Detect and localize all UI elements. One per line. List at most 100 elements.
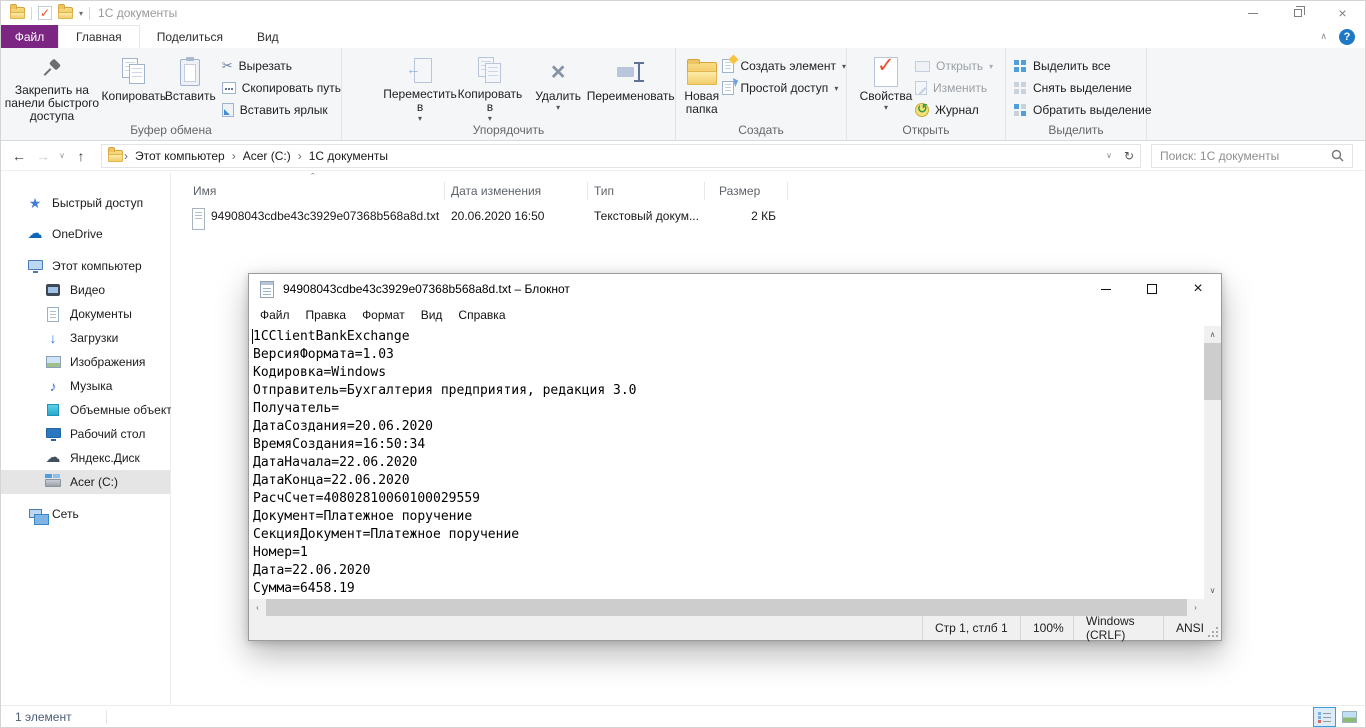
minimize-button[interactable] xyxy=(1230,1,1275,25)
recent-locations-chevron-icon[interactable]: ∨ xyxy=(55,143,69,169)
sidebar-item-yandex-disk[interactable]: ☁ Яндекс.Диск xyxy=(1,446,170,470)
sidebar-item-3d-objects[interactable]: Объемные объекты xyxy=(1,398,170,422)
up-button[interactable]: ↑ xyxy=(69,143,93,169)
delete-button[interactable]: × Удалить ▾ xyxy=(530,51,587,123)
open-button[interactable]: Открыть ▾ xyxy=(915,56,993,76)
history-button[interactable]: ↺ Журнал xyxy=(915,100,993,120)
window-title: 1С документы xyxy=(98,6,177,20)
paste-shortcut-icon xyxy=(222,103,234,117)
network-icon xyxy=(27,506,43,522)
easy-access-button[interactable]: Простой доступ ▾ xyxy=(722,78,846,98)
details-view-button[interactable] xyxy=(1313,707,1336,727)
group-label-clipboard: Буфер обмена xyxy=(1,123,341,137)
tab-file[interactable]: Файл xyxy=(1,25,58,48)
column-header-date[interactable]: Дата изменения xyxy=(451,180,541,202)
move-to-button[interactable]: ← Переместить в ▾ xyxy=(384,51,456,123)
ribbon-group-open: ✓ Свойства ▾ Открыть ▾ Изменить ↺ xyxy=(847,48,1006,140)
cut-button[interactable]: ✂ Вырезать xyxy=(222,56,341,76)
file-row[interactable]: 94908043cdbe43c3929e07368b568a8d.txt 20.… xyxy=(171,205,1365,227)
notepad-close-button[interactable]: × xyxy=(1175,274,1221,304)
select-none-button[interactable]: Снять выделение xyxy=(1014,78,1152,98)
notepad-minimize-button[interactable] xyxy=(1083,274,1129,304)
column-separator[interactable] xyxy=(787,182,788,200)
scroll-down-icon[interactable]: ∨ xyxy=(1204,582,1221,599)
sidebar-item-onedrive[interactable]: ☁ OneDrive xyxy=(1,222,170,246)
sidebar-item-documents[interactable]: Документы xyxy=(1,302,170,326)
new-folder-qat-icon[interactable] xyxy=(58,7,73,19)
sidebar-item-videos[interactable]: Видео xyxy=(1,278,170,302)
notepad-text-area[interactable]: 1CClientBankExchange ВерсияФормата=1.03 … xyxy=(249,326,1203,599)
qat-customize-chevron-icon[interactable]: ▾ xyxy=(79,9,83,18)
delete-x-icon: × xyxy=(551,60,566,85)
file-type: Текстовый докум... xyxy=(594,205,699,227)
forward-button[interactable]: → xyxy=(31,143,55,169)
scroll-right-icon[interactable]: › xyxy=(1187,599,1204,616)
menu-format[interactable]: Формат xyxy=(354,308,413,322)
search-box xyxy=(1151,144,1353,168)
refresh-icon[interactable]: ↻ xyxy=(1118,145,1140,167)
window-folder-icon xyxy=(10,7,25,19)
collapse-ribbon-icon[interactable]: ∧ xyxy=(1320,31,1327,42)
horizontal-scroll-thumb[interactable] xyxy=(266,599,1187,616)
new-item-button[interactable]: Создать элемент ▾ xyxy=(722,56,846,76)
notepad-maximize-button[interactable] xyxy=(1129,274,1175,304)
sidebar-item-music[interactable]: ♪ Музыка xyxy=(1,374,170,398)
breadcrumb-drive-c[interactable]: Acer (C:) xyxy=(237,149,297,163)
breadcrumb[interactable]: › Этот компьютер › Acer (C:) › 1С докуме… xyxy=(101,144,1141,168)
new-folder-button[interactable]: Новая папка xyxy=(681,51,722,123)
help-icon[interactable]: ? xyxy=(1339,29,1355,45)
ribbon-tabs: Файл Главная Поделиться Вид ∧ ? xyxy=(1,25,1365,48)
copy-button[interactable]: Копировать xyxy=(103,51,165,123)
properties-button[interactable]: ✓ Свойства ▾ xyxy=(857,51,915,123)
search-input[interactable] xyxy=(1152,149,1329,163)
menu-edit[interactable]: Правка xyxy=(298,308,355,322)
edit-button[interactable]: Изменить xyxy=(915,78,993,98)
back-button[interactable]: ← xyxy=(7,143,31,169)
column-header-size[interactable]: Размер xyxy=(719,180,760,202)
select-all-button[interactable]: Выделить все xyxy=(1014,56,1152,76)
breadcrumb-current-folder[interactable]: 1С документы xyxy=(303,149,394,163)
column-header-type[interactable]: Тип xyxy=(594,180,614,202)
tab-home[interactable]: Главная xyxy=(58,25,140,48)
sidebar-item-desktop[interactable]: Рабочий стол xyxy=(1,422,170,446)
copy-to-icon xyxy=(477,57,503,85)
copy-path-button[interactable]: Скопировать путь xyxy=(222,78,341,98)
sidebar-item-this-pc[interactable]: Этот компьютер xyxy=(1,254,170,278)
scroll-up-icon[interactable]: ∧ xyxy=(1204,326,1221,343)
restore-button[interactable] xyxy=(1275,1,1320,25)
column-separator[interactable] xyxy=(587,182,588,200)
properties-qat-icon[interactable]: ✓ xyxy=(38,6,52,20)
menu-view[interactable]: Вид xyxy=(413,308,451,322)
sidebar-item-quick-access[interactable]: ★ Быстрый доступ xyxy=(1,191,170,215)
scroll-left-icon[interactable]: ‹ xyxy=(249,599,266,616)
notepad-titlebar[interactable]: 94908043cdbe43c3929e07368b568a8d.txt – Б… xyxy=(249,274,1221,304)
tab-view[interactable]: Вид xyxy=(240,25,296,48)
copy-to-button[interactable]: Копировать в ▾ xyxy=(456,51,524,123)
minimize-icon xyxy=(1248,13,1258,14)
menu-file[interactable]: Файл xyxy=(252,308,298,322)
yandex-disk-icon: ☁ xyxy=(45,450,61,466)
sidebar-item-downloads[interactable]: ↓ Загрузки xyxy=(1,326,170,350)
horizontal-scrollbar[interactable]: ‹ › xyxy=(249,599,1204,616)
column-separator[interactable] xyxy=(704,182,705,200)
tab-share[interactable]: Поделиться xyxy=(140,25,240,48)
pin-to-quick-access-button[interactable]: Закрепить на панели быстрого доступа xyxy=(1,51,103,123)
column-header-name[interactable]: Имя xyxy=(193,180,216,202)
paste-button[interactable]: Вставить xyxy=(165,51,216,123)
sidebar-item-network[interactable]: Сеть xyxy=(1,502,170,526)
breadcrumb-this-pc[interactable]: Этот компьютер xyxy=(129,149,231,163)
invert-selection-button[interactable]: Обратить выделение xyxy=(1014,100,1152,120)
sidebar-item-drive-c[interactable]: Acer (C:) xyxy=(1,470,170,494)
rename-button[interactable]: Переименовать xyxy=(586,51,675,123)
menu-help[interactable]: Справка xyxy=(450,308,513,322)
new-item-icon xyxy=(722,59,734,73)
vertical-scrollbar[interactable]: ∧ ∨ xyxy=(1204,326,1221,599)
paste-shortcut-button[interactable]: Вставить ярлык xyxy=(222,100,341,120)
sidebar-item-pictures[interactable]: Изображения xyxy=(1,350,170,374)
address-history-chevron-icon[interactable]: ∨ xyxy=(1100,145,1118,167)
close-button[interactable]: × xyxy=(1320,1,1365,25)
search-icon[interactable] xyxy=(1329,149,1352,162)
vertical-scroll-thumb[interactable] xyxy=(1204,343,1221,400)
thumbnails-view-button[interactable] xyxy=(1338,707,1361,727)
column-separator[interactable] xyxy=(444,182,445,200)
